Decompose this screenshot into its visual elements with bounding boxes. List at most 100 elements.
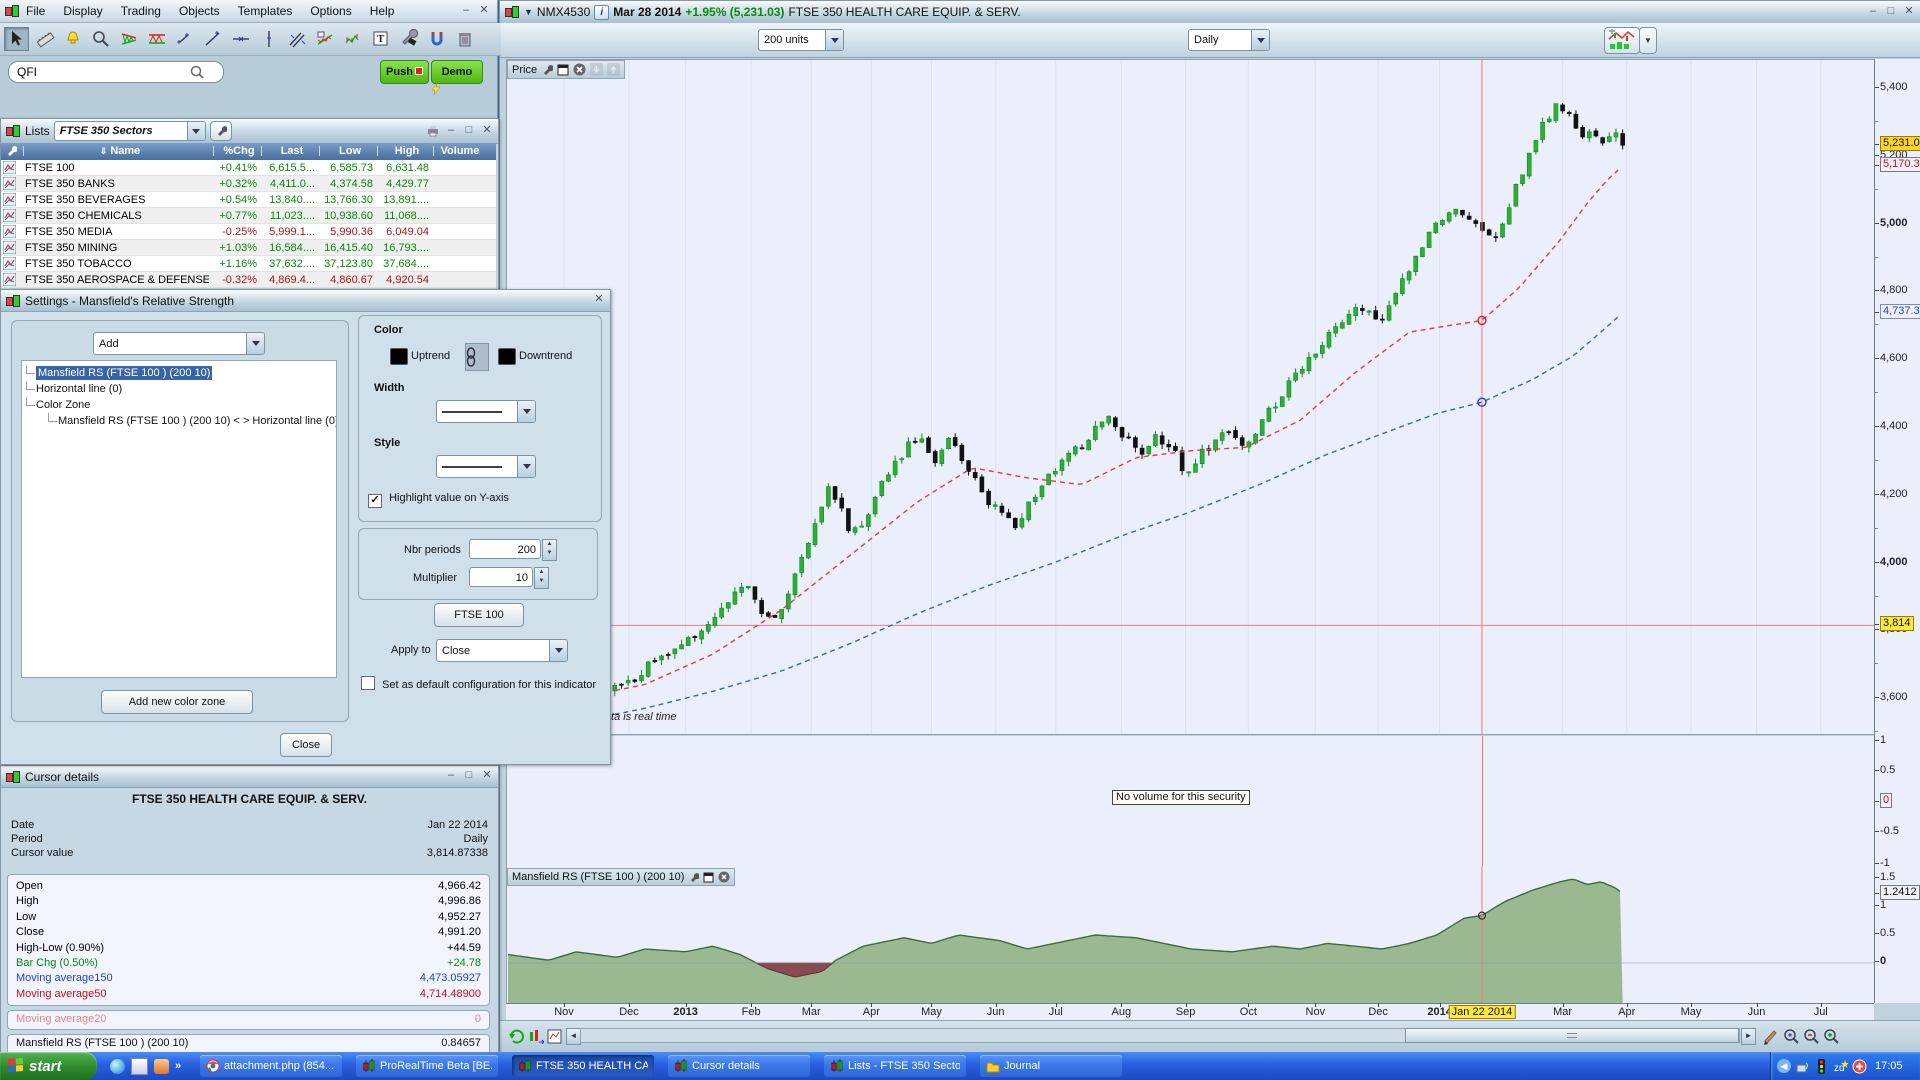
close-icon[interactable]: ✕ xyxy=(480,125,494,138)
table-row[interactable]: FTSE 350 MINING+1.03%16,584....16,415.40… xyxy=(1,240,496,256)
maximize-icon[interactable]: □ xyxy=(1884,6,1898,19)
chevron-right-icon[interactable]: » xyxy=(175,1060,181,1072)
zoom-out-icon[interactable] xyxy=(1802,1027,1820,1045)
close-icon[interactable]: ✕ xyxy=(1902,6,1916,19)
menu-help[interactable]: Help xyxy=(370,4,395,18)
channel-icon[interactable] xyxy=(284,27,309,51)
pointer-edit-icon[interactable] xyxy=(1762,1027,1780,1045)
table-row[interactable]: FTSE 350 TOBACCO+1.16%37,632....37,123.8… xyxy=(1,256,496,272)
regression-icon[interactable] xyxy=(312,27,337,51)
chevron-down-icon[interactable] xyxy=(517,456,535,477)
arrow-down-icon[interactable] xyxy=(590,63,603,76)
tree-item[interactable]: Mansfield RS (FTSE 100 ) (200 10) < > Ho… xyxy=(22,413,336,429)
scroll-right-arrow[interactable]: ► xyxy=(1741,1028,1756,1045)
segment-icon[interactable] xyxy=(172,27,197,51)
style-dropdown[interactable] xyxy=(436,455,536,478)
tree-item[interactable]: Mansfield RS (FTSE 100 ) (200 10) xyxy=(22,365,336,381)
minimize-icon[interactable]: – xyxy=(444,125,458,138)
wrench-icon[interactable] xyxy=(688,872,699,883)
refresh-icon[interactable] xyxy=(508,1028,526,1046)
chart-titlebar[interactable]: ▼ NMX4530 i Mar 28 2014 +1.95% (5,231.03… xyxy=(500,1,1920,24)
bar-replay-icon[interactable] xyxy=(527,1028,545,1046)
table-header[interactable]: ⇓ Name%ChgLastLowHighVolume xyxy=(1,143,496,160)
menu-trading[interactable]: Trading xyxy=(121,4,161,18)
chevron-down-icon[interactable] xyxy=(517,401,535,422)
close-icon[interactable] xyxy=(718,871,730,883)
default-checkbox-row[interactable]: Set as default configuration for this in… xyxy=(361,676,596,691)
push-button[interactable]: Push xyxy=(380,60,429,84)
chevron-down-icon[interactable] xyxy=(1251,30,1269,50)
column-header-Low[interactable]: Low xyxy=(321,143,379,159)
highlight-checkbox[interactable]: ✓ xyxy=(368,494,382,508)
minimize-icon[interactable]: – xyxy=(459,5,473,18)
horizontal-line-icon[interactable] xyxy=(228,27,253,51)
table-row[interactable]: FTSE 350 BEVERAGES+0.54%13,840....13,766… xyxy=(1,192,496,208)
add-dropdown[interactable]: Add xyxy=(93,332,265,355)
table-row[interactable]: FTSE 350 CHEMICALS+0.77%11,023....10,938… xyxy=(1,208,496,224)
multiplier-spinner[interactable]: ▲▼ xyxy=(534,567,549,589)
magnet-icon[interactable] xyxy=(424,27,449,51)
zigzag-icon[interactable] xyxy=(144,27,169,51)
quick-launch-browser-icon[interactable] xyxy=(110,1059,125,1074)
nbr-periods-field[interactable]: 200 xyxy=(469,539,541,559)
text-icon[interactable]: T xyxy=(368,27,393,51)
chevron-down-icon[interactable] xyxy=(246,333,264,354)
trendline-icon[interactable] xyxy=(200,27,225,51)
list-settings-button[interactable] xyxy=(210,121,232,141)
pattern-icon[interactable] xyxy=(116,27,141,51)
symbol-caret-icon[interactable]: ▼ xyxy=(524,7,533,17)
cursor-titlebar[interactable]: Cursor details – □ ✕ xyxy=(1,766,498,788)
units-dropdown[interactable]: 200 units xyxy=(758,29,844,51)
link-colors-button[interactable] xyxy=(465,343,489,371)
price-marking-icon[interactable] xyxy=(340,27,365,51)
arrow-up-icon[interactable] xyxy=(607,63,620,76)
taskbar-button[interactable]: Lists - FTSE 350 Sectors xyxy=(824,1055,966,1077)
close-icon[interactable]: ✕ xyxy=(477,5,491,18)
highlight-checkbox-row[interactable]: ✓ Highlight value on Y-axis xyxy=(368,492,509,508)
start-button[interactable]: start xyxy=(0,1052,97,1080)
zd-icon[interactable]: zd xyxy=(1833,1059,1848,1074)
chevron-down-icon[interactable] xyxy=(825,30,843,50)
ruler-icon[interactable] xyxy=(32,27,57,51)
close-icon[interactable]: ✕ xyxy=(592,294,606,307)
nbr-periods-spinner[interactable]: ▲▼ xyxy=(542,539,557,561)
tray-chevron-icon[interactable]: ◀ xyxy=(1777,1059,1791,1073)
minimize-icon[interactable]: – xyxy=(444,770,458,783)
column-header-%Chg[interactable]: %Chg xyxy=(215,143,263,159)
menu-options[interactable]: Options xyxy=(310,4,351,18)
chart-settings-icon[interactable] xyxy=(546,1028,564,1046)
pointer-icon[interactable] xyxy=(4,27,29,51)
chart-style-dropdown[interactable]: ▼ xyxy=(1639,27,1657,54)
uptrend-swatch[interactable] xyxy=(390,348,408,365)
tree-item[interactable]: Color Zone xyxy=(22,397,336,413)
menu-objects[interactable]: Objects xyxy=(179,4,220,18)
column-header-Volume[interactable]: Volume xyxy=(435,143,485,159)
wrench-icon[interactable] xyxy=(541,64,553,76)
column-header-Name[interactable]: ⇓ Name xyxy=(25,143,215,159)
table-row[interactable]: FTSE 350 MEDIA-0.25%5,999.1...5,990.366,… xyxy=(1,224,496,240)
print-icon[interactable] xyxy=(426,125,440,137)
traffic-light-icon[interactable] xyxy=(1814,1059,1829,1074)
info-icon[interactable]: i xyxy=(594,5,609,20)
table-row[interactable]: FTSE 350 BANKS+0.32%4,411.0...4,374.584,… xyxy=(1,176,496,192)
column-header-Last[interactable]: Last xyxy=(263,143,321,159)
zoom-fit-icon[interactable] xyxy=(1782,1027,1800,1045)
quick-launch-mail-icon[interactable] xyxy=(131,1058,148,1075)
zoom-icon[interactable] xyxy=(88,27,113,51)
zoom-in-icon[interactable] xyxy=(1822,1027,1840,1045)
panel-icon[interactable] xyxy=(703,872,714,883)
scrollbar-thumb[interactable] xyxy=(1405,1028,1739,1043)
close-icon[interactable]: ✕ xyxy=(480,770,494,783)
chart-style-button[interactable] xyxy=(1604,27,1640,54)
settings-titlebar[interactable]: Settings - Mansfield's Relative Strength… xyxy=(1,290,610,312)
network-icon[interactable] xyxy=(1795,1059,1810,1074)
downtrend-swatch[interactable] xyxy=(498,348,516,365)
period-dropdown[interactable]: Daily xyxy=(1188,29,1270,51)
add-color-zone-button[interactable]: Add new color zone xyxy=(101,690,253,714)
dialog-close-button[interactable]: Close xyxy=(280,733,332,757)
table-row[interactable]: FTSE 350 AEROSPACE & DEFENSE-0.32%4,869.… xyxy=(1,272,496,288)
alarm-icon[interactable] xyxy=(60,27,85,51)
maximize-icon[interactable]: □ xyxy=(462,125,476,138)
menu-templates[interactable]: Templates xyxy=(238,4,293,18)
price-pane[interactable] xyxy=(506,59,1875,735)
